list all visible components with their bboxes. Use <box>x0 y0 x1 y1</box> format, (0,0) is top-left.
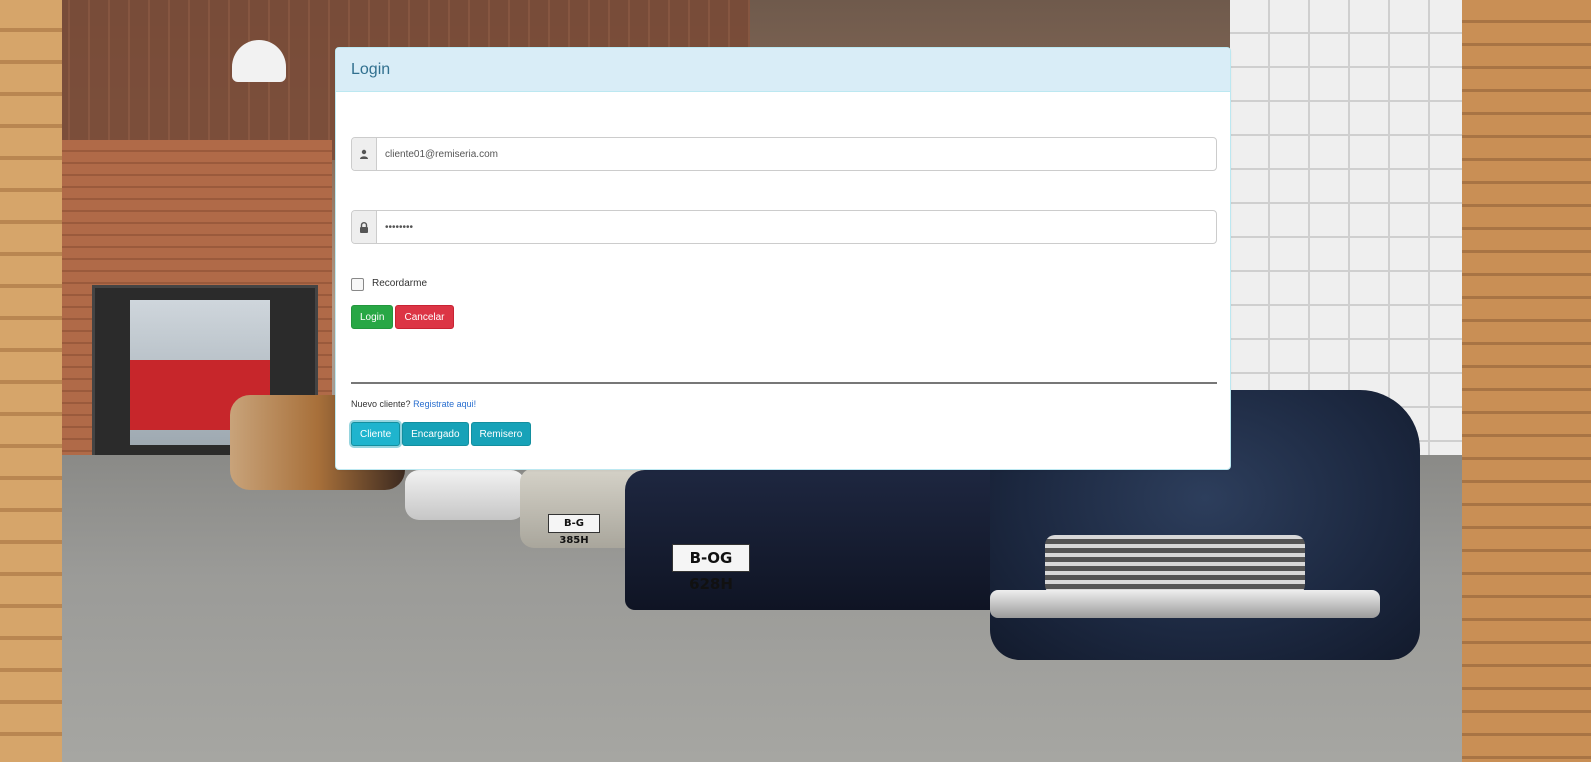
login-actions: Login Cancelar <box>351 305 454 329</box>
background-car-bumper <box>990 590 1380 618</box>
signup-prompt-text: Nuevo cliente? <box>351 399 411 409</box>
lock-icon <box>352 211 377 243</box>
user-icon <box>352 138 377 170</box>
background-brick-pillar <box>1462 0 1591 762</box>
remember-me-label[interactable]: Recordarme <box>372 278 427 289</box>
register-link[interactable]: Registrate aqui! <box>413 399 476 409</box>
role-button-encargado[interactable]: Encargado <box>402 422 469 446</box>
background-car-grille <box>1045 535 1305 595</box>
role-buttons: Cliente Encargado Remisero <box>351 422 532 446</box>
cancel-button[interactable]: Cancelar <box>395 305 454 329</box>
background-license-plate: B-G 385H <box>548 514 600 546</box>
background-brick-pillar <box>0 0 62 762</box>
background-license-plate: B-OG 628H <box>672 544 750 593</box>
role-button-cliente[interactable]: Cliente <box>351 422 401 446</box>
background-car <box>405 470 525 520</box>
background-car <box>625 470 1035 610</box>
panel-title: Login <box>351 60 391 78</box>
login-button[interactable]: Login <box>351 305 394 329</box>
role-button-remisero[interactable]: Remisero <box>470 422 532 446</box>
email-field[interactable] <box>377 138 1216 170</box>
signup-prompt: Nuevo cliente? Registrate aqui! <box>351 399 476 409</box>
panel-heading: Login <box>336 48 1230 92</box>
remember-me-row: Recordarme <box>351 276 427 291</box>
password-input-group <box>351 210 1217 244</box>
remember-me-checkbox[interactable] <box>351 278 364 291</box>
divider <box>351 382 1217 384</box>
password-field[interactable] <box>377 211 1216 243</box>
email-input-group <box>351 137 1217 171</box>
login-panel: Login Recordarme Login Cancelar Nuevo cl… <box>335 47 1231 470</box>
